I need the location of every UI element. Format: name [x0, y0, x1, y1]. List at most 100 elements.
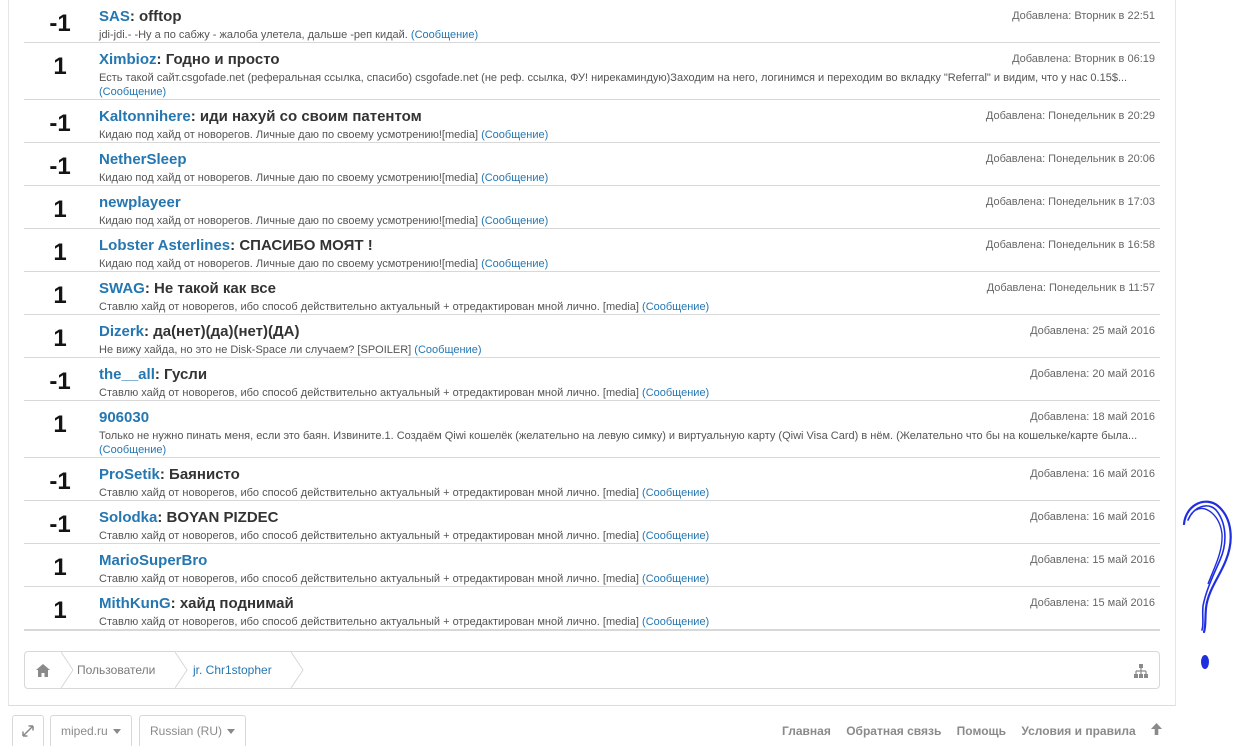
reputation-date: Добавлена: 20 май 2016 [1030, 368, 1155, 380]
post-link[interactable]: (Сообщение) [642, 387, 709, 399]
reputation-excerpt: Кидаю под хайд от новорегов. Личные даю … [99, 257, 1149, 271]
excerpt-text: Ставлю хайд от новорегов, ибо способ дей… [99, 616, 639, 628]
reputation-date: Добавлена: 18 май 2016 [1030, 411, 1155, 423]
reputation-username[interactable]: newplayeer [99, 194, 181, 211]
reputation-row: -1 the__all: Гусли Ставлю хайд от новорего… [24, 358, 1160, 401]
reputation-excerpt: Ставлю хайд от новорегов, ибо способ дей… [99, 300, 1149, 314]
reputation-header: NetherSleep [99, 151, 187, 168]
excerpt-text: Ставлю хайд от новорегов, ибо способ дей… [99, 573, 639, 585]
reputation-score: 1 [53, 411, 67, 438]
reputation-excerpt: Ставлю хайд от новорегов, ибо способ дей… [99, 486, 1149, 500]
reputation-username[interactable]: Ximbioz [99, 51, 157, 68]
reputation-date: Добавлена: Понедельник в 20:29 [985, 110, 1155, 122]
reputation-header: newplayeer [99, 194, 181, 211]
title-separator: : [129, 8, 140, 25]
post-link[interactable]: (Сообщение) [481, 215, 548, 227]
reputation-comment: Гусли [164, 366, 208, 383]
post-link[interactable]: (Сообщение) [99, 86, 166, 98]
reputation-score: 1 [53, 597, 67, 624]
reputation-username[interactable]: MarioSuperBro [99, 552, 207, 569]
post-link[interactable]: (Сообщение) [642, 301, 709, 313]
reputation-date: Добавлена: Вторник в 06:19 [1012, 53, 1155, 65]
language-chooser-label: Russian (RU) [150, 724, 223, 738]
reputation-username[interactable]: ProSetik [99, 466, 160, 483]
title-separator: : [230, 237, 240, 254]
reputation-header: 906030 [99, 409, 149, 426]
reputation-date: Добавлена: Понедельник в 16:58 [985, 239, 1155, 251]
reputation-header: MithKunG: хайд поднимай [99, 595, 294, 612]
excerpt-text: Только не нужно пинать меня, если это ба… [99, 430, 1138, 442]
reputation-comment: Не такой как все [154, 280, 276, 297]
reputation-score: -1 [49, 110, 71, 137]
reputation-comment: Баянисто [169, 466, 240, 483]
reputation-comment: BOYAN PIZDEC [166, 509, 279, 526]
reputation-excerpt: Ставлю хайд от новорегов, ибо способ дей… [99, 386, 1149, 400]
reputation-username[interactable]: NetherSleep [99, 151, 187, 168]
style-chooser[interactable]: miped.ru [50, 715, 132, 746]
reputation-row: 1 newplayeer Кидаю под хайд от новорегов. … [24, 186, 1160, 229]
footer-link-help[interactable]: Помощь [957, 724, 1006, 738]
reputation-header: Dizerk: да(нет)(да)(нет)(ДА) [99, 323, 300, 340]
reputation-date: Добавлена: 15 май 2016 [1030, 554, 1155, 566]
excerpt-text: Ставлю хайд от новорегов, ибо способ дей… [99, 387, 639, 399]
reputation-excerpt: jdi-jdi.- -Ну а по сабжу - жалоба улетел… [99, 28, 1149, 42]
title-separator: : [170, 595, 180, 612]
reputation-username[interactable]: 906030 [99, 409, 149, 426]
reputation-username[interactable]: Kaltonnihere [99, 108, 191, 125]
expand-icon [22, 725, 34, 737]
reputation-username[interactable]: SAS [99, 8, 130, 25]
footer-link-terms[interactable]: Условия и правила [1021, 724, 1135, 738]
sitemap-icon[interactable] [1133, 663, 1149, 679]
excerpt-text: Кидаю под хайд от новорегов. Личные даю … [99, 129, 479, 141]
excerpt-text: Ставлю хайд от новорегов, ибо способ дей… [99, 301, 639, 313]
post-link[interactable]: (Сообщение) [481, 172, 548, 184]
reputation-username[interactable]: Solodka [99, 509, 157, 526]
fullscreen-button[interactable] [12, 715, 44, 746]
post-link[interactable]: (Сообщение) [481, 129, 548, 141]
reputation-excerpt: Есть такой сайт.csgofade.net (реферальна… [99, 71, 1149, 99]
reputation-excerpt: Не вижу хайда, но это не Disk-Space ли с… [99, 343, 1149, 357]
reputation-username[interactable]: SWAG [99, 280, 145, 297]
reputation-score: -1 [49, 368, 71, 395]
excerpt-text: jdi-jdi.- -Ну а по сабжу - жалоба улетел… [99, 29, 408, 41]
breadcrumb-separator [291, 652, 304, 688]
footer: miped.ru Russian (RU) Главная Обратная с… [8, 715, 1176, 746]
reputation-row: 1 MithKunG: хайд поднимай Ставлю хайд от н… [24, 587, 1160, 630]
post-link[interactable]: (Сообщение) [642, 616, 709, 628]
reputation-row: -1 NetherSleep Кидаю под хайд от новорегов… [24, 143, 1160, 186]
footer-link-home[interactable]: Главная [782, 724, 831, 738]
post-link[interactable]: (Сообщение) [481, 258, 548, 270]
reputation-excerpt: Только не нужно пинать меня, если это ба… [99, 429, 1149, 457]
reputation-header: the__all: Гусли [99, 366, 207, 383]
excerpt-text: Кидаю под хайд от новорегов. Личные даю … [99, 258, 479, 270]
title-separator: : [144, 323, 154, 340]
breadcrumb-current[interactable]: jr. Chr1stopher [193, 652, 272, 688]
post-link[interactable]: (Сообщение) [642, 573, 709, 585]
reputation-score: -1 [49, 153, 71, 180]
breadcrumb-users[interactable]: Пользователи [77, 652, 155, 688]
reputation-date: Добавлена: Понедельник в 11:57 [986, 282, 1155, 294]
reputation-header: SWAG: Не такой как все [99, 280, 276, 297]
post-link[interactable]: (Сообщение) [642, 487, 709, 499]
post-link[interactable]: (Сообщение) [414, 344, 481, 356]
breadcrumb-separator [61, 652, 74, 688]
title-separator: : [156, 51, 166, 68]
reputation-username[interactable]: MithKunG [99, 595, 171, 612]
post-link[interactable]: (Сообщение) [642, 530, 709, 542]
reputation-username[interactable]: the__all [99, 366, 155, 383]
reputation-username[interactable]: Dizerk [99, 323, 144, 340]
breadcrumb-home[interactable] [25, 652, 61, 688]
reputation-excerpt: Ставлю хайд от новорегов, ибо способ дей… [99, 572, 1149, 586]
post-link[interactable]: (Сообщение) [411, 29, 478, 41]
excerpt-text: Ставлю хайд от новорегов, ибо способ дей… [99, 530, 639, 542]
arrow-up-icon[interactable] [1151, 723, 1162, 735]
post-link[interactable]: (Сообщение) [99, 444, 166, 456]
reputation-header: SAS: offtop [99, 8, 182, 25]
home-icon [36, 664, 50, 677]
reputation-row: -1 Solodka: BOYAN PIZDEC Ставлю хайд от но… [24, 501, 1160, 544]
language-chooser[interactable]: Russian (RU) [139, 715, 247, 746]
footer-link-contact[interactable]: Обратная связь [846, 724, 941, 738]
reputation-score: 1 [53, 282, 67, 309]
reputation-score: 1 [53, 554, 67, 581]
reputation-username[interactable]: Lobster Asterlines [99, 237, 230, 254]
